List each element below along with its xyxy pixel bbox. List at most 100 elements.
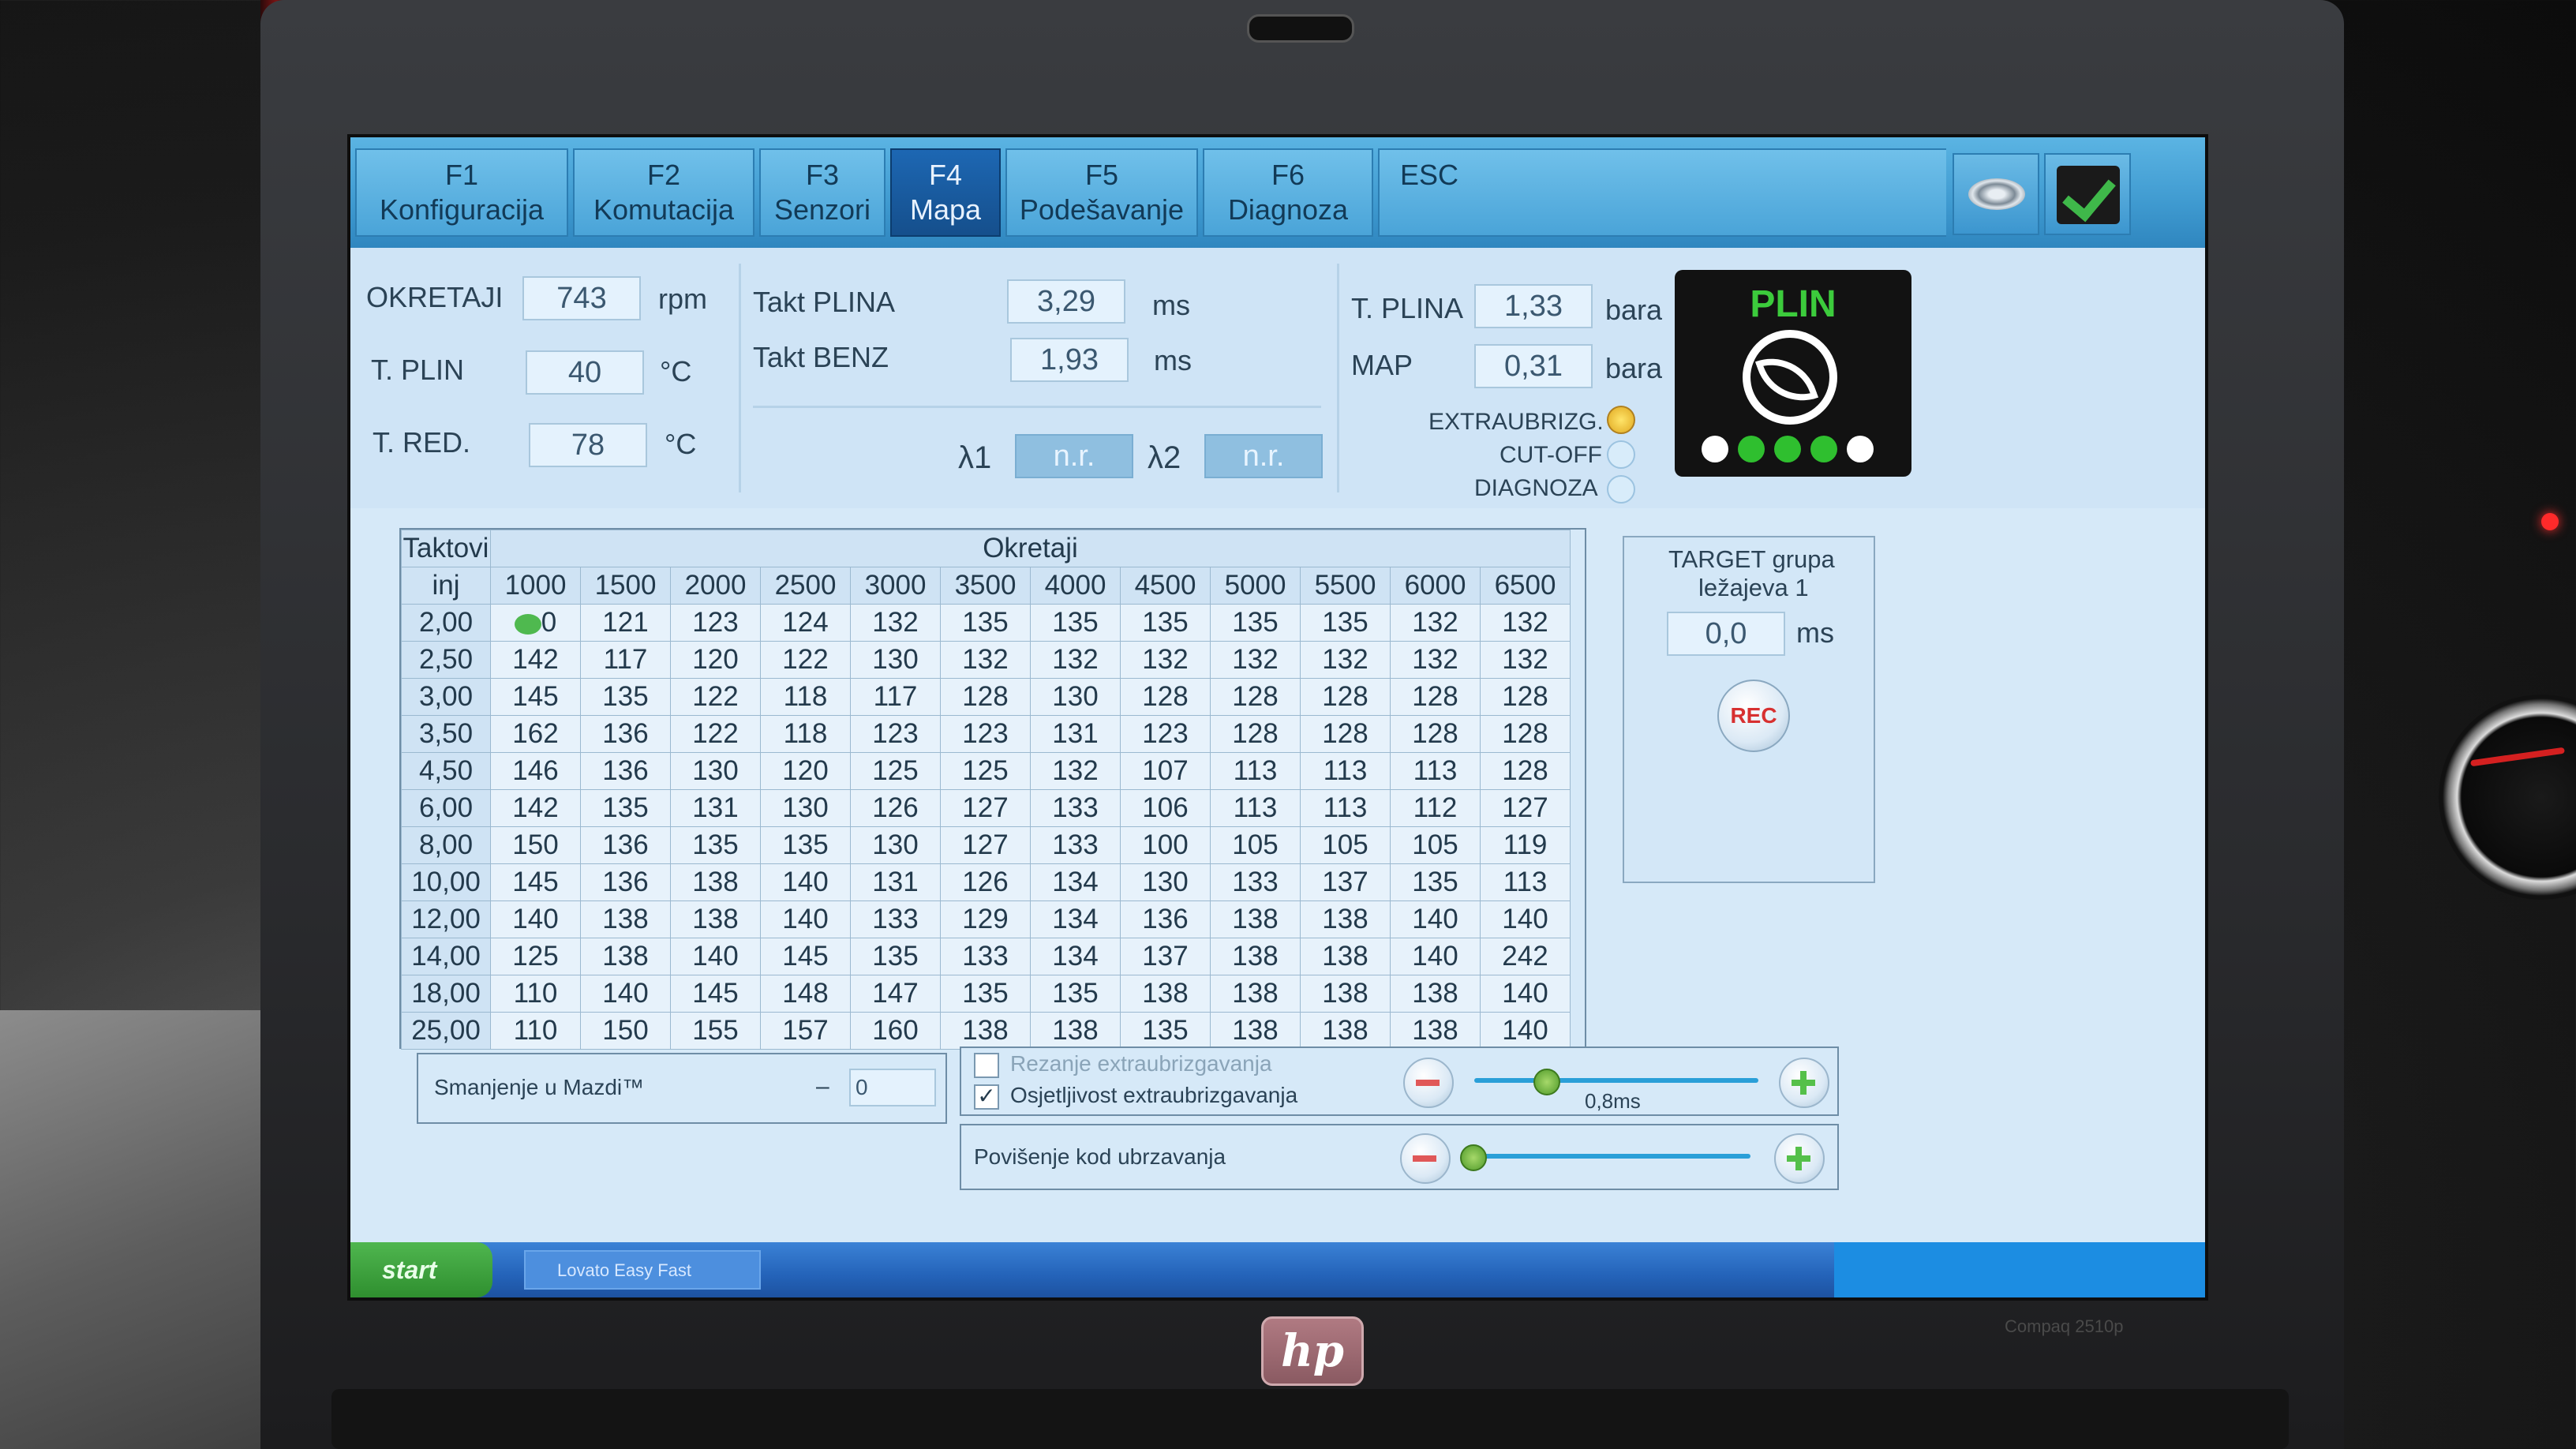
- osjetljivost-checkbox[interactable]: ✓: [974, 1084, 999, 1110]
- map-cell[interactable]: 140: [760, 863, 851, 901]
- map-cell[interactable]: 128: [1210, 678, 1301, 716]
- map-cell[interactable]: 110: [490, 1012, 581, 1050]
- map-cell[interactable]: 138: [1120, 975, 1211, 1013]
- map-cell[interactable]: 138: [1030, 1012, 1121, 1050]
- tab-konfiguracija[interactable]: F1 Konfiguracija: [355, 148, 568, 237]
- start-button[interactable]: start: [350, 1242, 492, 1297]
- map-cell[interactable]: 130: [670, 752, 761, 790]
- map-cell[interactable]: 145: [490, 863, 581, 901]
- map-cell[interactable]: 127: [940, 789, 1031, 827]
- map-cell[interactable]: 135: [670, 826, 761, 864]
- smanjenje-input[interactable]: 0: [849, 1069, 936, 1106]
- disc-icon-button[interactable]: [1953, 153, 2039, 235]
- map-cell[interactable]: 131: [670, 789, 761, 827]
- map-cell[interactable]: 130: [1120, 863, 1211, 901]
- map-cell[interactable]: 128: [1300, 715, 1391, 753]
- map-cell[interactable]: 138: [1210, 938, 1301, 975]
- map-cell[interactable]: 135: [1120, 604, 1211, 642]
- map-cell[interactable]: 140: [1480, 1012, 1571, 1050]
- map-cell[interactable]: 123: [1120, 715, 1211, 753]
- map-cell[interactable]: 113: [1210, 789, 1301, 827]
- map-cell[interactable]: 138: [1300, 900, 1391, 938]
- map-cell[interactable]: 128: [1480, 678, 1571, 716]
- map-cell[interactable]: 120: [670, 641, 761, 679]
- map-cell[interactable]: 125: [940, 752, 1031, 790]
- map-cell[interactable]: 135: [1120, 1012, 1211, 1050]
- map-cell[interactable]: 132: [850, 604, 941, 642]
- povisenje-increase-button[interactable]: [1774, 1133, 1825, 1184]
- map-cell[interactable]: 136: [580, 863, 671, 901]
- map-cell[interactable]: 155: [670, 1012, 761, 1050]
- map-cell[interactable]: 132: [1120, 641, 1211, 679]
- map-cell[interactable]: 122: [670, 715, 761, 753]
- map-cell[interactable]: 122: [760, 641, 851, 679]
- povisenje-decrease-button[interactable]: [1400, 1133, 1451, 1184]
- map-cell[interactable]: 138: [1390, 1012, 1481, 1050]
- map-cell[interactable]: 118: [760, 715, 851, 753]
- map-cell[interactable]: 133: [850, 900, 941, 938]
- map-cell[interactable]: 137: [1120, 938, 1211, 975]
- map-cell[interactable]: 119: [1480, 826, 1571, 864]
- map-cell[interactable]: 126: [850, 789, 941, 827]
- map-cell[interactable]: 132: [1300, 641, 1391, 679]
- map-cell[interactable]: 146: [490, 752, 581, 790]
- map-cell[interactable]: 100: [1120, 826, 1211, 864]
- map-cell[interactable]: 145: [760, 938, 851, 975]
- map-cell[interactable]: 140: [580, 975, 671, 1013]
- map-cell[interactable]: 140: [670, 938, 761, 975]
- map-cell[interactable]: 131: [850, 863, 941, 901]
- map-cell[interactable]: 133: [1030, 826, 1121, 864]
- map-cell[interactable]: 123: [850, 715, 941, 753]
- map-cell[interactable]: 138: [1210, 975, 1301, 1013]
- map-cell[interactable]: 130: [1030, 678, 1121, 716]
- map-cell[interactable]: 112: [1390, 789, 1481, 827]
- map-cell[interactable]: 121: [580, 604, 671, 642]
- map-cell[interactable]: 128: [940, 678, 1031, 716]
- map-cell[interactable]: 150: [490, 826, 581, 864]
- osjetljivost-decrease-button[interactable]: [1403, 1058, 1454, 1108]
- map-cell[interactable]: 132: [1210, 641, 1301, 679]
- map-cell[interactable]: 138: [1210, 1012, 1301, 1050]
- map-cell[interactable]: 133: [940, 938, 1031, 975]
- map-cell[interactable]: 138: [1300, 1012, 1391, 1050]
- map-cell[interactable]: 148: [760, 975, 851, 1013]
- map-cell[interactable]: 132: [1480, 604, 1571, 642]
- map-cell[interactable]: 138: [1210, 900, 1301, 938]
- map-cell[interactable]: 120: [760, 752, 851, 790]
- confirm-button[interactable]: [2044, 153, 2131, 235]
- map-cell[interactable]: 123: [940, 715, 1031, 753]
- map-cell[interactable]: 145: [490, 678, 581, 716]
- map-cell[interactable]: 132: [1480, 641, 1571, 679]
- map-cell[interactable]: 105: [1300, 826, 1391, 864]
- map-cell[interactable]: 113: [1390, 752, 1481, 790]
- map-cell[interactable]: 117: [580, 641, 671, 679]
- map-cell[interactable]: 133: [1210, 863, 1301, 901]
- map-cell[interactable]: 132: [1390, 641, 1481, 679]
- map-cell[interactable]: 132: [940, 641, 1031, 679]
- map-cell[interactable]: 134: [1030, 938, 1121, 975]
- map-cell[interactable]: 140: [760, 900, 851, 938]
- map-cell[interactable]: 124: [760, 604, 851, 642]
- osjetljivost-slider-track[interactable]: [1474, 1078, 1758, 1083]
- map-cell[interactable]: 162: [490, 715, 581, 753]
- taskbar-app-button[interactable]: Lovato Easy Fast: [524, 1250, 761, 1290]
- map-cell[interactable]: 127: [940, 826, 1031, 864]
- map-cell[interactable]: 117: [850, 678, 941, 716]
- osjetljivost-slider-thumb[interactable]: [1533, 1069, 1560, 1095]
- map-cell[interactable]: 138: [670, 900, 761, 938]
- tab-podesavanje[interactable]: F5 Podešavanje: [1005, 148, 1198, 237]
- map-cell[interactable]: 138: [1300, 938, 1391, 975]
- map-cell[interactable]: 132: [1030, 752, 1121, 790]
- map-cell[interactable]: 126: [940, 863, 1031, 901]
- map-cell[interactable]: 132: [1390, 604, 1481, 642]
- map-cell[interactable]: 113: [1300, 789, 1391, 827]
- map-cell[interactable]: 106: [1120, 789, 1211, 827]
- map-cell[interactable]: 135: [1210, 604, 1301, 642]
- tab-komutacija[interactable]: F2 Komutacija: [573, 148, 754, 237]
- map-cell[interactable]: 140: [1480, 900, 1571, 938]
- map-cell[interactable]: 128: [1480, 715, 1571, 753]
- map-cell[interactable]: 122: [670, 678, 761, 716]
- map-cell[interactable]: 125: [490, 938, 581, 975]
- osjetljivost-increase-button[interactable]: [1779, 1058, 1829, 1108]
- map-cell[interactable]: 138: [940, 1012, 1031, 1050]
